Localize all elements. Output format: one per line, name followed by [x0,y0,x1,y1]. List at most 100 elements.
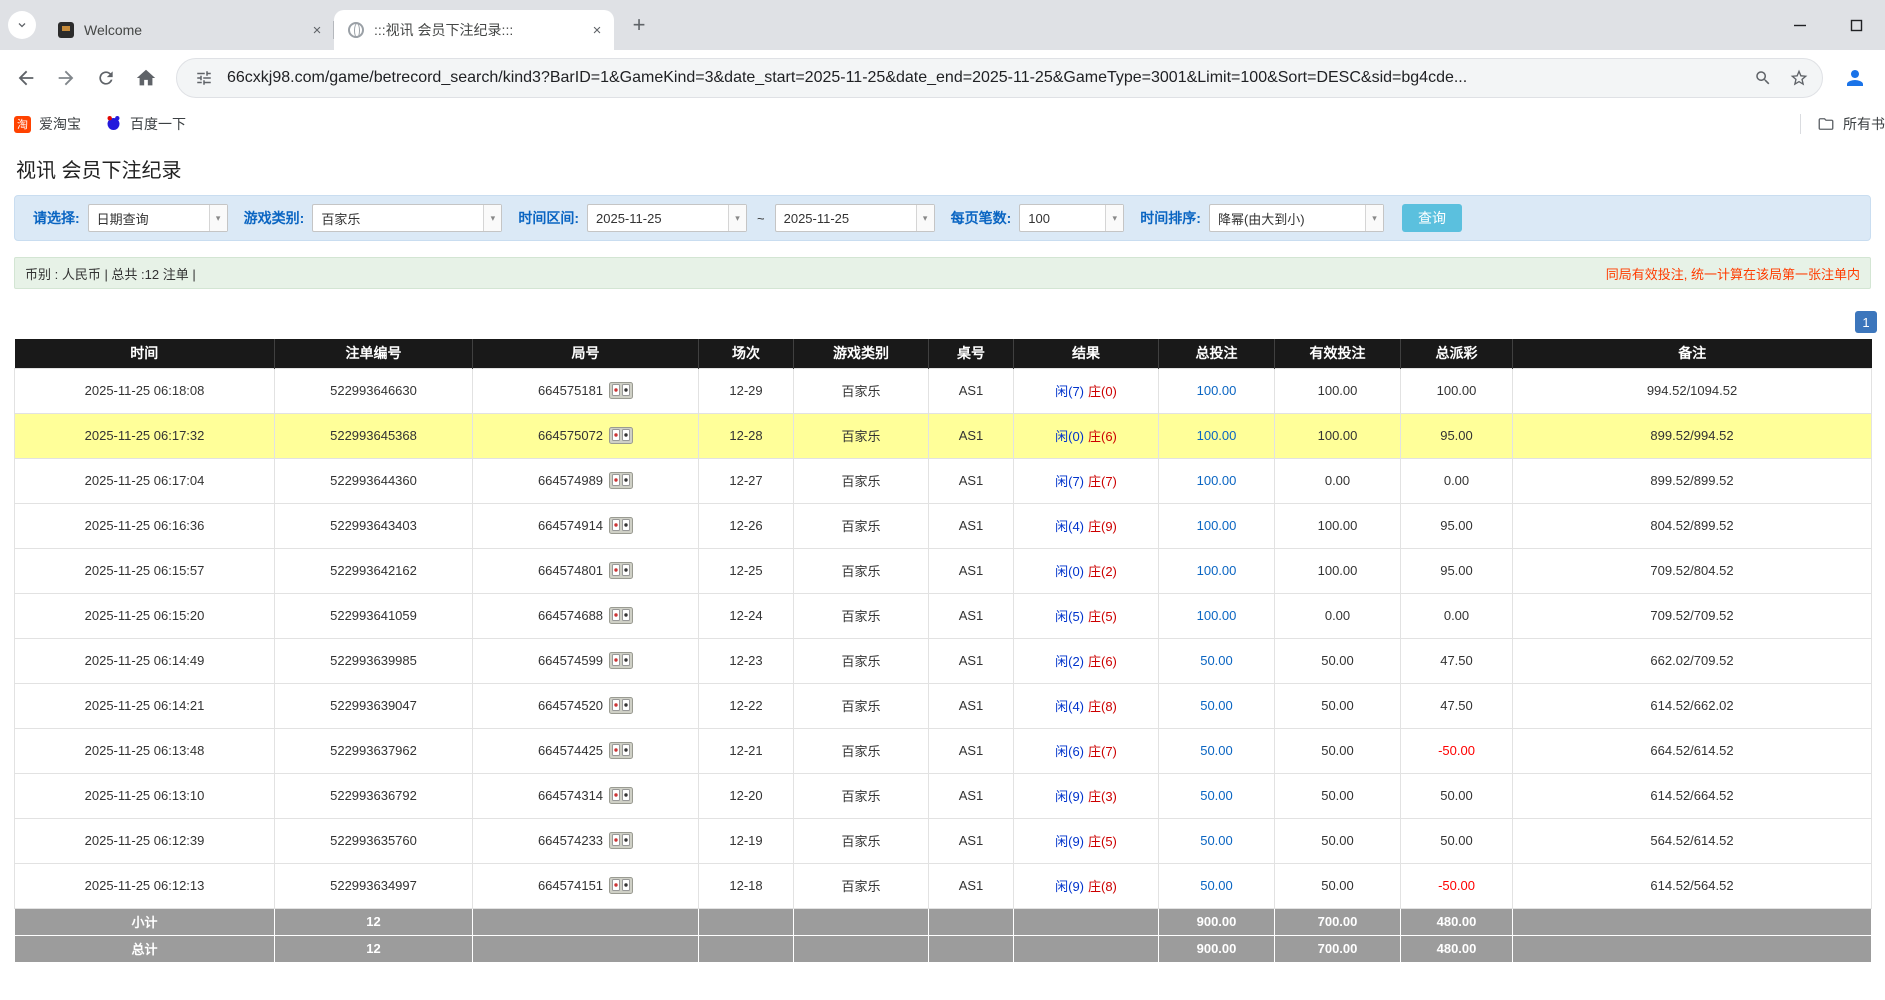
close-tab-icon[interactable]: × [588,21,606,39]
total-bet-link[interactable]: 100.00 [1197,383,1237,398]
total-bet-link[interactable]: 50.00 [1200,878,1233,893]
cell-payout: 47.50 [1401,638,1513,683]
footer-empty-cell [699,908,794,935]
close-tab-icon[interactable]: × [308,21,326,39]
chevron-down-icon[interactable]: ▾ [483,205,501,231]
bookmark-aitaobao[interactable]: 淘 爱淘宝 [14,114,81,134]
cell-note: 899.52/899.52 [1513,458,1872,503]
cell-total-bet: 50.00 [1159,728,1275,773]
address-bar[interactable]: 66cxkj98.com/game/betrecord_search/kind3… [176,58,1823,98]
forward-button[interactable] [46,58,86,98]
cell-valid-bet: 50.00 [1275,638,1401,683]
table-row: 2025-11-25 06:12:13522993634997664574151… [15,863,1872,908]
tab-title: Welcome [84,22,298,38]
chevron-down-icon[interactable]: ▾ [728,205,746,231]
cell-payout: 50.00 [1401,773,1513,818]
footer-empty-cell [473,908,699,935]
site-settings-tune-icon[interactable] [191,69,217,87]
cell-session: 12-19 [699,818,794,863]
total-bet-link[interactable]: 50.00 [1200,788,1233,803]
tab-search-chevron-icon[interactable] [8,11,36,39]
zoom-icon[interactable] [1750,69,1776,87]
total-bet-link[interactable]: 50.00 [1200,653,1233,668]
cell-total-bet: 50.00 [1159,773,1275,818]
column-header-10: 备注 [1513,339,1872,368]
view-cards-icon[interactable] [609,382,633,399]
total-bet-link[interactable]: 100.00 [1197,428,1237,443]
tab-welcome[interactable]: Welcome × [44,10,334,50]
total-bet-link[interactable]: 100.00 [1197,608,1237,623]
cell-bet-id: 522993639985 [275,638,473,683]
total-bet-link[interactable]: 50.00 [1200,698,1233,713]
info-bar: 币别 : 人民币 | 总共 :12 注单 | 同局有效投注, 统一计算在该局第一… [14,257,1871,289]
bookmarks-divider [1800,114,1801,134]
view-cards-icon[interactable] [609,652,633,669]
query-type-select[interactable]: 日期查询 ▾ [88,204,228,232]
total-bet-link[interactable]: 100.00 [1197,518,1237,533]
all-bookmarks[interactable]: 所有书 [1788,106,1885,142]
column-header-7: 总投注 [1159,339,1275,368]
cell-bet-id: 522993644360 [275,458,473,503]
bookmark-baidu[interactable]: 百度一下 [105,114,186,134]
all-bookmarks-label: 所有书 [1843,114,1885,134]
table-body: 2025-11-25 06:18:08522993646630664575181… [15,368,1872,908]
view-cards-icon[interactable] [609,427,633,444]
view-cards-icon[interactable] [609,562,633,579]
footer-empty-cell [1014,935,1159,962]
view-cards-icon[interactable] [609,787,633,804]
cell-total-bet: 50.00 [1159,638,1275,683]
total-bet-link[interactable]: 100.00 [1197,473,1237,488]
view-cards-icon[interactable] [609,607,633,624]
cell-total-bet: 100.00 [1159,548,1275,593]
total-bet-link[interactable]: 100.00 [1197,563,1237,578]
game-type-select[interactable]: 百家乐 ▾ [312,204,502,232]
cell-round-id: 664575181 [473,368,699,413]
chevron-down-icon[interactable]: ▾ [1365,205,1383,231]
total-bet-link[interactable]: 50.00 [1200,743,1233,758]
view-cards-icon[interactable] [609,517,633,534]
chevron-down-icon[interactable]: ▾ [916,205,934,231]
date-end-select[interactable]: 2025-11-25 ▾ [775,204,935,232]
cell-table-no: AS1 [929,863,1014,908]
cell-time: 2025-11-25 06:12:39 [15,818,275,863]
chevron-down-icon[interactable]: ▾ [1105,205,1123,231]
tab-betrecord[interactable]: :::视讯 会员下注纪录::: × [334,10,614,50]
profile-avatar-icon[interactable] [1837,60,1873,96]
reload-button[interactable] [86,58,126,98]
search-button[interactable]: 查询 [1402,204,1462,232]
cell-time: 2025-11-25 06:16:36 [15,503,275,548]
back-button[interactable] [6,58,46,98]
total-bet-link[interactable]: 50.00 [1200,833,1233,848]
new-tab-button[interactable]: + [624,10,654,40]
cell-bet-id: 522993636792 [275,773,473,818]
cell-valid-bet: 50.00 [1275,863,1401,908]
cell-total-bet: 50.00 [1159,683,1275,728]
view-cards-icon[interactable] [609,472,633,489]
home-button[interactable] [126,58,166,98]
subtotal-payout: 480.00 [1401,908,1513,935]
view-cards-icon[interactable] [609,697,633,714]
per-page-select[interactable]: 100 ▾ [1019,204,1124,232]
cell-game-type: 百家乐 [794,773,929,818]
cell-table-no: AS1 [929,818,1014,863]
page-button[interactable]: 1 [1855,311,1877,333]
table-row: 2025-11-25 06:17:04522993644360664574989… [15,458,1872,503]
bookmark-star-icon[interactable] [1786,68,1812,88]
cell-result: 闲(2)庄(6) [1014,638,1159,683]
sort-select[interactable]: 降幂(由大到小) ▾ [1209,204,1384,232]
cell-note: 662.02/709.52 [1513,638,1872,683]
date-start-select[interactable]: 2025-11-25 ▾ [587,204,747,232]
view-cards-icon[interactable] [609,742,633,759]
footer-empty-cell [699,935,794,962]
cell-bet-id: 522993646630 [275,368,473,413]
minimize-button[interactable] [1785,10,1815,40]
tab-strip: Welcome × :::视讯 会员下注纪录::: × + [0,0,1885,50]
bookmark-label: 爱淘宝 [39,114,81,134]
taobao-icon: 淘 [14,116,31,133]
maximize-button[interactable] [1841,10,1871,40]
view-cards-icon[interactable] [609,832,633,849]
chevron-down-icon[interactable]: ▾ [209,205,227,231]
page-title: 视讯 会员下注纪录 [16,154,1885,183]
view-cards-icon[interactable] [609,877,633,894]
cell-valid-bet: 100.00 [1275,503,1401,548]
